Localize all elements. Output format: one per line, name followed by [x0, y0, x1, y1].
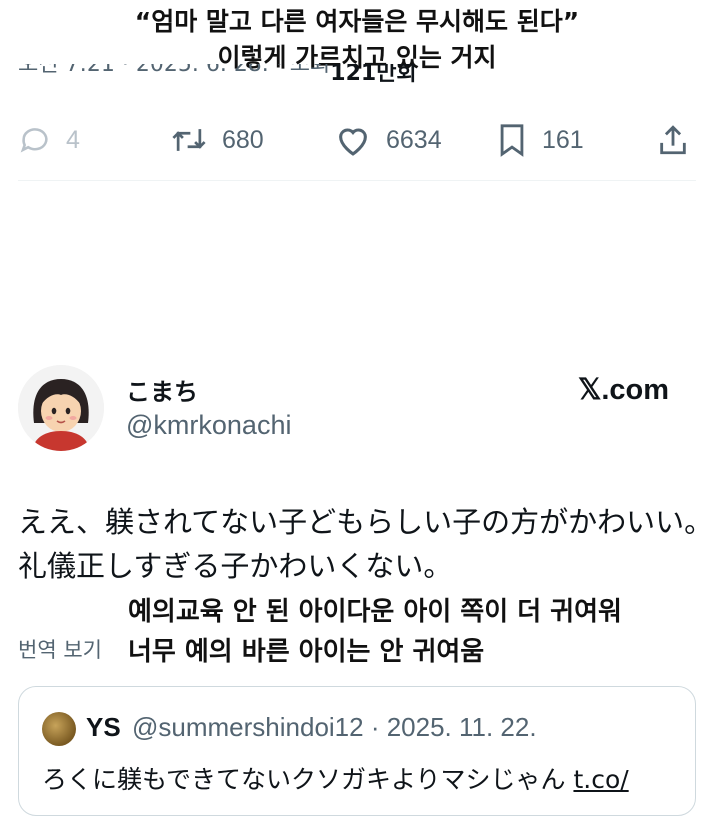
- tweet-meta-text: 오전 7:21 · 2025. 6. 28. · 조회: [18, 64, 331, 77]
- quote-display-name: YS: [86, 712, 121, 742]
- display-name[interactable]: こまち: [126, 372, 198, 407]
- avatar[interactable]: [18, 365, 104, 451]
- retweet-button[interactable]: 680: [170, 118, 264, 162]
- bookmark-icon: [500, 124, 524, 157]
- heart-icon: [339, 128, 367, 156]
- reply-count: 4: [66, 125, 80, 154]
- tweet-text: ええ、躾されてない子どもらしい子の方がかわいい。 礼儀正しすぎる子かわいくない。: [18, 500, 713, 588]
- bookmark-count: 161: [542, 125, 584, 154]
- tweet-text-line1: ええ、躾されてない子どもらしい子の方がかわいい。: [18, 505, 714, 539]
- translate-link[interactable]: 번역 보기: [18, 634, 102, 664]
- quote-link[interactable]: t.co/: [573, 765, 628, 794]
- share-icon: [660, 125, 686, 155]
- tweet-action-bar: 4 680 6634 161: [0, 118, 714, 162]
- user-handle[interactable]: @kmrkonachi: [126, 410, 291, 441]
- divider: [18, 180, 696, 181]
- tweet-meta: 오전 7:21 · 2025. 6. 28. · 조회 121만회: [18, 64, 417, 86]
- x-logo[interactable]: 𝕏.com: [578, 372, 669, 407]
- caption-top-line1: “엄마 말고 다른 여자들은 무시해도 된다”: [134, 7, 580, 36]
- quote-text: ろくに躾もできてないクソガキよりマシじゃん t.co/: [42, 760, 629, 796]
- share-button[interactable]: [656, 118, 690, 162]
- like-count: 6634: [386, 125, 442, 154]
- retweet-icon: [172, 129, 206, 151]
- reply-button[interactable]: 4: [18, 118, 80, 162]
- caption-translation: 예의교육 안 된 아이다운 아이 쪽이 더 귀여워 너무 예의 바른 아이는 안…: [128, 592, 622, 672]
- reply-icon: [20, 128, 48, 153]
- quote-handle-date: @summershindoi12 · 2025. 11. 22.: [132, 712, 537, 742]
- tweet-view-count: 121만회: [330, 64, 417, 86]
- retweet-count: 680: [222, 125, 264, 154]
- quote-tweet-card[interactable]: [18, 686, 696, 816]
- quote-avatar[interactable]: [42, 712, 76, 746]
- like-button[interactable]: 6634: [334, 118, 442, 162]
- quote-text-body: ろくに躾もできてないクソガキよりマシじゃん: [42, 765, 574, 794]
- caption-translation-line1: 예의교육 안 된 아이다운 아이 쪽이 더 귀여워: [128, 597, 622, 627]
- bookmark-button[interactable]: 161: [496, 118, 584, 162]
- caption-translation-line2: 너무 예의 바른 아이는 안 귀여움: [128, 637, 485, 667]
- tweet-text-line2: 礼儀正しすぎる子かわいくない。: [18, 549, 453, 583]
- avatar-illustration: [18, 365, 104, 451]
